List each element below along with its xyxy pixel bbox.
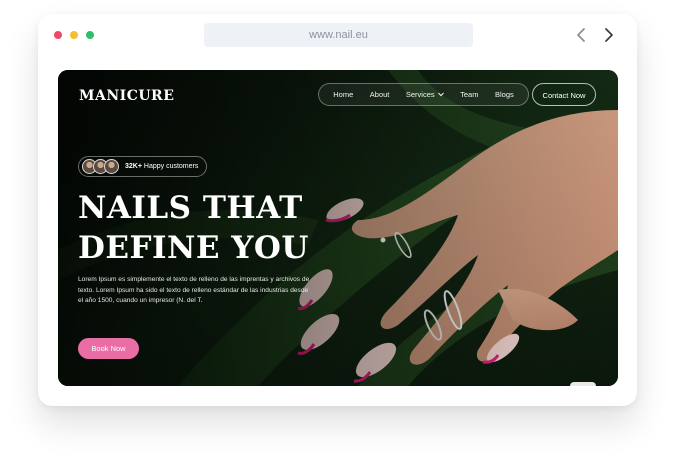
hero-description: Lorem Ipsum es simplemente el texto de r… xyxy=(78,276,310,304)
maximize-dot-icon[interactable] xyxy=(86,31,94,39)
avatar xyxy=(104,159,119,174)
site-logo[interactable]: MANICURE xyxy=(79,88,174,104)
hero-title-line1: NAILS THAT xyxy=(78,190,303,226)
close-dot-icon[interactable] xyxy=(54,31,62,39)
minimize-dot-icon[interactable] xyxy=(70,31,78,39)
address-bar[interactable]: www.nail.eu xyxy=(204,23,473,47)
hero-title-line2: DEFINE YOU xyxy=(78,230,309,266)
customers-count: 32K+ xyxy=(125,163,142,170)
browser-window: www.nail.eu MANICURE Home About Services… xyxy=(38,14,637,406)
carousel-indicator[interactable] xyxy=(570,382,596,386)
nav-services-label: Services xyxy=(405,90,435,99)
hero-title: NAILS THAT DEFINE YOU xyxy=(78,188,309,268)
happy-customers-badge: 32K+ Happy customers xyxy=(78,156,207,177)
customers-label: Happy customers xyxy=(143,163,199,170)
hero-section: MANICURE Home About Services Team Blogs … xyxy=(58,70,618,386)
nav-team[interactable]: Team xyxy=(460,90,478,99)
nav-about[interactable]: About xyxy=(370,90,390,99)
chevron-right-icon[interactable] xyxy=(602,27,616,43)
contact-now-button[interactable]: Contact Now xyxy=(532,83,596,106)
customers-text: 32K+ Happy customers xyxy=(125,163,198,170)
book-now-button[interactable]: Book Now xyxy=(78,338,139,359)
nav-home[interactable]: Home xyxy=(333,90,353,99)
nav-blogs[interactable]: Blogs xyxy=(495,90,514,99)
avatar-group xyxy=(82,159,119,174)
chevron-left-icon[interactable] xyxy=(574,27,588,43)
chevron-down-icon xyxy=(437,92,444,97)
main-nav: Home About Services Team Blogs xyxy=(318,83,529,106)
nav-services[interactable]: Services xyxy=(406,90,444,99)
